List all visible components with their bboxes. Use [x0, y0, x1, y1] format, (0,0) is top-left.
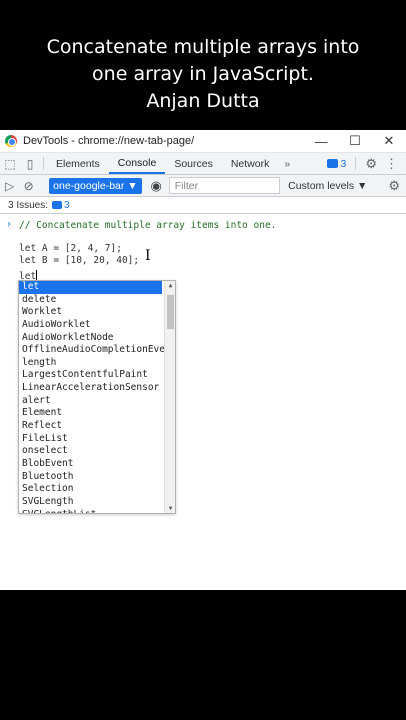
- autocomplete-dropdown[interactable]: let delete Worklet AudioWorklet AudioWorklet…: [18, 280, 176, 514]
- minimize-button[interactable]: —: [304, 134, 338, 149]
- sidebar-toggle-icon[interactable]: ▷: [0, 179, 19, 193]
- tab-console[interactable]: Console: [108, 153, 166, 174]
- prompt-chevron-icon: ›: [6, 219, 13, 230]
- devtools-tabbar: ⬚ ▯ Elements Console Sources Network » 3…: [0, 153, 406, 175]
- live-expression-eye-icon[interactable]: ◉: [146, 178, 167, 194]
- autocomplete-item[interactable]: OfflineAudioCompletionEvent: [19, 344, 175, 357]
- issues-badge-count: 3: [340, 157, 347, 170]
- issues-icon: [52, 201, 63, 209]
- clear-console-icon[interactable]: ⊘: [19, 179, 38, 193]
- autocomplete-item[interactable]: SVGLengthList: [19, 509, 175, 513]
- chrome-logo-icon: [5, 135, 17, 147]
- maximize-button[interactable]: ☐: [338, 133, 372, 149]
- autocomplete-item[interactable]: AudioWorklet: [19, 319, 175, 332]
- autocomplete-item[interactable]: let: [19, 281, 162, 294]
- issues-badge-button[interactable]: 3: [321, 153, 353, 174]
- scroll-down-arrow-icon[interactable]: ▼: [166, 505, 175, 512]
- autocomplete-item[interactable]: length: [19, 357, 175, 370]
- device-toolbar-icon[interactable]: ▯: [20, 153, 40, 174]
- window-titlebar: DevTools - chrome://new-tab-page/ — ☐ ✕: [0, 130, 406, 153]
- close-button[interactable]: ✕: [372, 133, 406, 149]
- autocomplete-item[interactable]: delete: [19, 294, 175, 307]
- autocomplete-list: let delete Worklet AudioWorklet AudioWorklet…: [19, 281, 175, 513]
- autocomplete-item[interactable]: Selection: [19, 483, 175, 496]
- scrollbar-thumb[interactable]: [167, 295, 174, 329]
- issues-bar[interactable]: 3 Issues: 3: [0, 197, 406, 214]
- tab-network[interactable]: Network: [222, 153, 279, 174]
- issues-label: 3 Issues:: [8, 199, 49, 211]
- autocomplete-item[interactable]: FileList: [19, 433, 175, 446]
- tab-elements[interactable]: Elements: [47, 153, 109, 174]
- autocomplete-item[interactable]: Element: [19, 407, 175, 420]
- inspect-element-icon[interactable]: ⬚: [0, 153, 20, 174]
- scroll-up-arrow-icon[interactable]: ▲: [166, 282, 175, 289]
- log-levels-dropdown[interactable]: Custom levels ▼: [280, 180, 375, 192]
- code-line-b: let B = [10, 20, 40];: [19, 255, 140, 266]
- autocomplete-item[interactable]: Bluetooth: [19, 471, 175, 484]
- divider: [43, 157, 44, 170]
- caption-line-3: Anjan Dutta: [146, 90, 260, 112]
- autocomplete-item[interactable]: LargestContentfulPaint: [19, 369, 175, 382]
- autocomplete-scrollbar[interactable]: ▲ ▼: [164, 281, 175, 513]
- code-line-a: let A = [2, 4, 7];: [19, 243, 122, 254]
- code-comment: // Concatenate multiple array items into…: [19, 220, 277, 231]
- caption-line-1: Concatenate multiple arrays into: [46, 36, 360, 58]
- console-toolbar: ▷ ⊘ one-google-bar ▼ ◉ Filter Custom lev…: [0, 175, 406, 197]
- devtools-window: DevTools - chrome://new-tab-page/ — ☐ ✕ …: [0, 130, 406, 590]
- context-selector[interactable]: one-google-bar ▼: [49, 177, 142, 194]
- autocomplete-item[interactable]: SVGLength: [19, 496, 175, 509]
- more-tabs-button[interactable]: »: [278, 153, 296, 174]
- issues-count: 3: [64, 199, 70, 211]
- autocomplete-item[interactable]: LinearAccelerationSensor: [19, 382, 175, 395]
- more-options-icon[interactable]: ⋮: [383, 153, 406, 174]
- autocomplete-item[interactable]: onselect: [19, 445, 175, 458]
- autocomplete-item[interactable]: AudioWorkletNode: [19, 332, 175, 345]
- issues-icon: [326, 159, 338, 168]
- console-settings-gear-icon[interactable]: ⚙: [382, 178, 406, 194]
- divider: [355, 157, 357, 170]
- video-caption: Concatenate multiple arrays into one arr…: [0, 0, 406, 130]
- autocomplete-item[interactable]: Reflect: [19, 420, 175, 433]
- settings-gear-icon[interactable]: ⚙: [359, 153, 383, 174]
- caption-line-2: one array in JavaScript.: [92, 63, 314, 85]
- ibeam-cursor-icon: I: [145, 248, 151, 264]
- filter-input[interactable]: Filter: [168, 177, 281, 194]
- autocomplete-item[interactable]: alert: [19, 395, 175, 408]
- window-title: DevTools - chrome://new-tab-page/: [23, 135, 195, 147]
- autocomplete-item[interactable]: BlobEvent: [19, 458, 175, 471]
- tab-sources[interactable]: Sources: [165, 153, 222, 174]
- autocomplete-item[interactable]: Worklet: [19, 306, 175, 319]
